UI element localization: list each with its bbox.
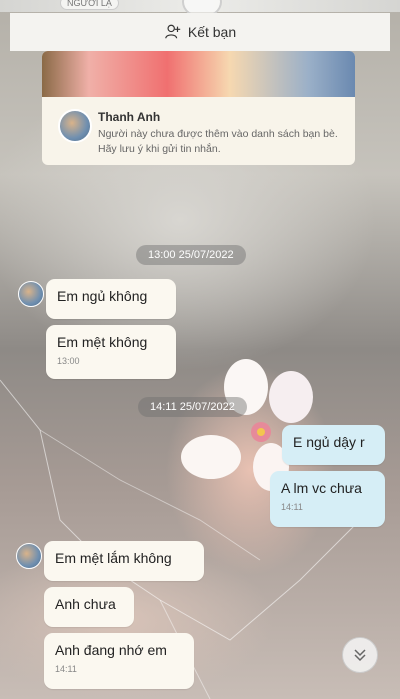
message-text: Anh đang nhớ em — [55, 642, 167, 658]
message-time: 13:00 — [57, 356, 80, 366]
message-text: Anh chưa — [55, 596, 116, 612]
message-bubble[interactable]: A lm vc chưa 14:11 — [270, 471, 385, 527]
add-friend-label: Kết bạn — [187, 24, 237, 40]
profile-cover-image — [42, 51, 355, 97]
message-time: 14:11 — [281, 502, 303, 512]
stranger-warning: Người này chưa được thêm vào danh sách b… — [98, 128, 338, 155]
message-bubble[interactable]: Em mệt lắm không — [44, 541, 204, 581]
sender-avatar[interactable] — [18, 281, 44, 307]
timestamp-divider: 14:11 25/07/2022 — [138, 397, 247, 417]
message-bubble[interactable]: Anh đang nhớ em 14:11 — [44, 633, 194, 689]
message-time: 14:11 — [55, 664, 77, 674]
timestamp-divider: 13:00 25/07/2022 — [136, 245, 246, 265]
sender-avatar[interactable] — [16, 543, 42, 569]
message-bubble[interactable]: Em mệt không 13:00 — [46, 325, 176, 379]
person-plus-icon — [165, 24, 181, 39]
double-chevron-down-icon — [354, 649, 366, 662]
scroll-to-bottom-button[interactable] — [342, 637, 378, 673]
message-text: Em mệt lắm không — [55, 550, 172, 566]
message-bubble[interactable]: E ngủ dậy r — [282, 425, 385, 465]
message-text: Em mệt không — [57, 334, 148, 350]
profile-name: Thanh Anh — [98, 110, 161, 124]
profile-info: Thanh Anh Người này chưa được thêm vào d… — [52, 104, 345, 159]
message-text: E ngủ dậy r — [293, 434, 365, 450]
message-text: A lm vc chưa — [281, 480, 362, 496]
message-text: Em ngủ không — [57, 288, 148, 304]
stranger-tag: NGƯỜI LẠ — [60, 0, 119, 10]
add-friend-button[interactable]: Kết bạn — [10, 13, 390, 51]
message-bubble[interactable]: Em ngủ không — [46, 279, 176, 319]
avatar[interactable] — [58, 109, 92, 143]
profile-card[interactable]: Thanh Anh Người này chưa được thêm vào d… — [42, 51, 355, 165]
message-bubble[interactable]: Anh chưa — [44, 587, 134, 627]
